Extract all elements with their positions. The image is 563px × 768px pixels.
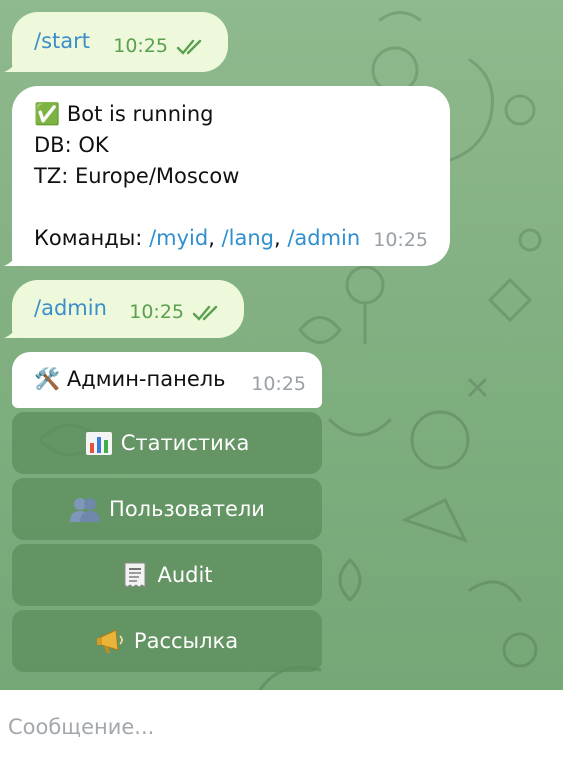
keyboard-button-label: Пользователи <box>109 497 265 521</box>
status-line-tz: TZ: Europe/Moscow <box>34 164 240 188</box>
bubble-tail <box>4 324 18 338</box>
bubble-tail <box>4 252 18 266</box>
status-line-running: ✅ Bot is running <box>34 102 214 126</box>
message-composer <box>0 690 563 768</box>
message-time: 10:25 <box>129 301 184 323</box>
chat-screen: /start 10:25 ✅ Bot is running DB: OK TZ:… <box>0 0 563 768</box>
message-admin-command[interactable]: /admin 10:25 <box>4 280 244 338</box>
double-check-icon <box>192 305 218 321</box>
users-icon <box>70 498 101 522</box>
keyboard-button-label: Audit <box>157 563 213 587</box>
separator: , <box>208 226 222 250</box>
command-link-lang[interactable]: /lang <box>222 226 274 250</box>
command-link-myid[interactable]: /myid <box>149 226 208 250</box>
message-time: 10:25 <box>373 229 428 251</box>
keyboard-button-broadcast[interactable]: Рассылка <box>12 610 322 672</box>
message-bot-status: ✅ Bot is running DB: OK TZ: Europe/Mosco… <box>4 86 450 266</box>
message-input[interactable] <box>6 714 550 740</box>
receipt-icon <box>124 562 146 588</box>
message-meta: 10:25 <box>113 31 206 62</box>
admin-panel-title: 🛠️ Админ-панель <box>34 367 226 391</box>
double-check-icon <box>176 39 202 55</box>
message-time: 10:25 <box>113 35 168 57</box>
message-admin-panel: 🛠️ Админ-панель 10:25 <box>12 352 322 408</box>
message-meta: 10:25 <box>251 369 306 400</box>
message-start-command[interactable]: /start 10:25 <box>4 12 228 72</box>
status-line-db: DB: OK <box>34 133 109 157</box>
bar-chart-icon <box>85 432 112 455</box>
commands-label: Команды: <box>34 226 150 250</box>
message-meta: 10:25 <box>129 297 222 328</box>
keyboard-button-audit[interactable]: Audit <box>12 544 322 606</box>
message-meta: 10:25 <box>373 225 428 256</box>
command-link-admin[interactable]: /admin <box>34 296 107 320</box>
bubble-tail <box>4 58 18 72</box>
keyboard-button-statistics[interactable]: Статистика <box>12 412 322 474</box>
command-link-start[interactable]: /start <box>34 29 90 53</box>
megaphone-icon <box>96 629 123 653</box>
keyboard-button-label: Рассылка <box>133 629 239 653</box>
message-time: 10:25 <box>251 373 306 395</box>
keyboard-button-users[interactable]: Пользователи <box>12 478 322 540</box>
separator: , <box>273 226 288 250</box>
command-link-admin[interactable]: /admin <box>287 226 360 250</box>
keyboard-button-label: Статистика <box>120 431 250 455</box>
